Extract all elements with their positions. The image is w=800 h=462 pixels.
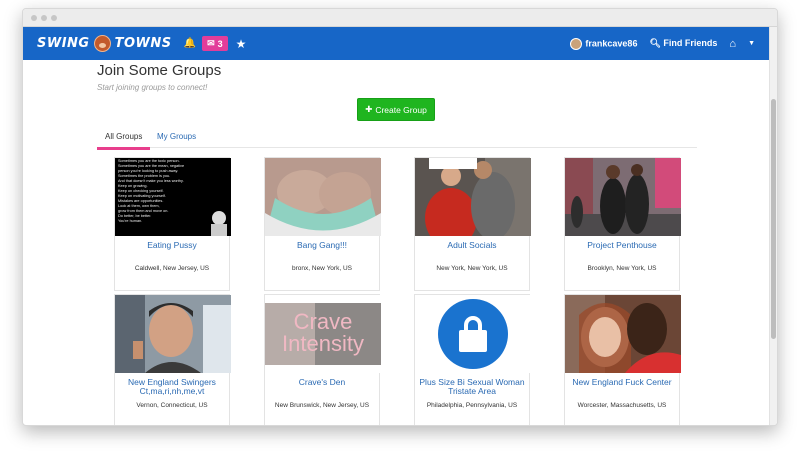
search-icon: 🔍︎	[649, 38, 661, 48]
star-icon[interactable]: ★	[236, 37, 247, 51]
group-card[interactable]: Adult Socials New York, New York, US	[414, 157, 531, 291]
group-image[interactable]: Crave Intensity	[265, 295, 381, 373]
caret-down-icon[interactable]: ▼	[748, 40, 755, 47]
group-card[interactable]: Crave Intensity Crave's Den New Brunswic…	[264, 294, 381, 425]
photo-placeholder	[565, 158, 681, 236]
svg-text:Do better, be better.: Do better, be better.	[118, 214, 151, 218]
svg-text:Keep on motivating yourself.: Keep on motivating yourself.	[118, 194, 166, 198]
bell-icon[interactable]: 🔔	[184, 38, 196, 49]
window-minimize-dot[interactable]	[41, 15, 47, 21]
browser-window: SWING TOWNS 🔔 ✉ 3 ★ frankcave86 🔍︎ Find …	[22, 8, 778, 426]
group-name[interactable]: Crave's Den	[267, 378, 377, 387]
svg-text:Keep on checking yourself.: Keep on checking yourself.	[118, 189, 164, 193]
logo-text-left: SWING	[37, 36, 90, 51]
find-friends-label: Find Friends	[663, 38, 718, 48]
photo-placeholder	[415, 158, 531, 236]
group-image[interactable]	[415, 295, 531, 373]
window-maximize-dot[interactable]	[51, 15, 57, 21]
svg-text:You're human.: You're human.	[118, 219, 142, 223]
group-name[interactable]: Bang Gang!!!	[267, 241, 377, 250]
svg-text:Keep on growing.: Keep on growing.	[118, 184, 148, 188]
quote-image: Sometimes you are the toxic person. Some…	[115, 158, 231, 236]
avatar	[570, 37, 583, 50]
svg-text:Sometimes you are the mean, ne: Sometimes you are the mean, negative	[118, 164, 184, 168]
user-menu[interactable]: frankcave86	[570, 37, 638, 50]
scrollbar-thumb[interactable]	[771, 99, 776, 339]
envelope-icon: ✉	[207, 38, 215, 48]
window-close-dot[interactable]	[31, 15, 37, 21]
group-image[interactable]	[565, 295, 681, 373]
page-subtitle: Start joining groups to connect!	[97, 83, 208, 92]
group-location: Philadelphia, Pennsylvania, US	[426, 402, 518, 409]
group-location: Caldwell, New Jersey, US	[134, 265, 210, 272]
group-name[interactable]: Eating Pussy	[117, 241, 227, 250]
username: frankcave86	[585, 37, 638, 48]
messages-button[interactable]: ✉ 3	[202, 36, 228, 51]
photo-placeholder	[265, 158, 381, 236]
group-location: bronx, New York, US	[292, 265, 352, 272]
svg-text:Mistakes are opportunities.: Mistakes are opportunities.	[118, 199, 163, 203]
group-name[interactable]: New England Swingers Ct,ma,ri,nh,me,vt	[117, 378, 227, 396]
groups-tabs: All Groups My Groups	[97, 124, 697, 150]
group-image[interactable]	[565, 158, 681, 236]
group-image[interactable]: Sometimes you are the toxic person. Some…	[115, 158, 231, 236]
group-location: Brooklyn, New York, US	[587, 265, 657, 272]
group-card[interactable]: Project Penthouse Brooklyn, New York, US	[564, 157, 681, 291]
page-title: Join Some Groups	[97, 62, 222, 79]
svg-text:And that doesn't make you less: And that doesn't make you less worthy.	[118, 179, 184, 183]
home-icon[interactable]: ⌂	[729, 38, 736, 50]
tab-all-groups[interactable]: All Groups	[97, 130, 151, 150]
svg-text:Intensity: Intensity	[282, 331, 364, 356]
group-card[interactable]: New England Fuck Center Worcester, Massa…	[564, 294, 681, 425]
group-image[interactable]	[415, 158, 531, 236]
group-name[interactable]: Adult Socials	[417, 241, 527, 250]
group-location: New York, New York, US	[436, 265, 508, 272]
photo-placeholder	[115, 295, 231, 373]
create-group-label: Create Group	[375, 104, 427, 115]
svg-text:grow from them and move on.: grow from them and move on.	[118, 209, 168, 213]
nav-right: frankcave86 🔍︎ Find Friends ⌂ ▼	[570, 37, 755, 50]
group-name[interactable]: Plus Size Bi Sexual Woman Tristate Area	[417, 378, 527, 396]
top-navbar: SWING TOWNS 🔔 ✉ 3 ★ frankcave86 🔍︎ Find …	[23, 27, 769, 60]
svg-text:person you're looking to push: person you're looking to push away.	[118, 169, 178, 173]
private-group-image	[415, 295, 531, 373]
monkey-logo-icon	[93, 35, 111, 52]
group-location: Worcester, Massachusetts, US	[577, 402, 667, 409]
svg-text:Sometimes the problem is you.: Sometimes the problem is you.	[118, 174, 170, 178]
group-name[interactable]: New England Fuck Center	[567, 378, 677, 387]
lock-icon	[438, 299, 508, 369]
logo-text-right: TOWNS	[114, 36, 172, 51]
site-logo[interactable]: SWING TOWNS	[37, 35, 172, 52]
window-titlebar	[23, 9, 777, 27]
find-friends-link[interactable]: 🔍︎ Find Friends	[649, 38, 717, 49]
svg-text:Sometimes you are the toxic pe: Sometimes you are the toxic person.	[118, 159, 180, 163]
group-image[interactable]	[265, 158, 381, 236]
group-card[interactable]: New England Swingers Ct,ma,ri,nh,me,vt V…	[114, 294, 231, 425]
main-content: Join Some Groups Start joining groups to…	[23, 60, 769, 425]
group-card[interactable]: Bang Gang!!! bronx, New York, US	[264, 157, 381, 291]
svg-text:Look at them, own them,: Look at them, own them,	[118, 204, 160, 208]
message-count: 3	[217, 38, 223, 49]
page-scrollbar[interactable]	[769, 27, 777, 425]
group-location: New Brunswick, New Jersey, US	[274, 402, 370, 409]
group-location: Vernon, Connecticut, US	[136, 402, 208, 409]
create-group-button[interactable]: ✚ Create Group	[357, 98, 435, 121]
tab-my-groups[interactable]: My Groups	[149, 130, 204, 147]
group-card[interactable]: Sometimes you are the toxic person. Some…	[114, 157, 231, 291]
photo-placeholder	[565, 295, 681, 373]
crave-intensity-image: Crave Intensity	[265, 295, 381, 373]
group-card[interactable]: Plus Size Bi Sexual Woman Tristate Area …	[414, 294, 531, 425]
group-image[interactable]	[115, 295, 231, 373]
plus-icon: ✚	[365, 104, 373, 114]
group-name[interactable]: Project Penthouse	[567, 241, 677, 250]
